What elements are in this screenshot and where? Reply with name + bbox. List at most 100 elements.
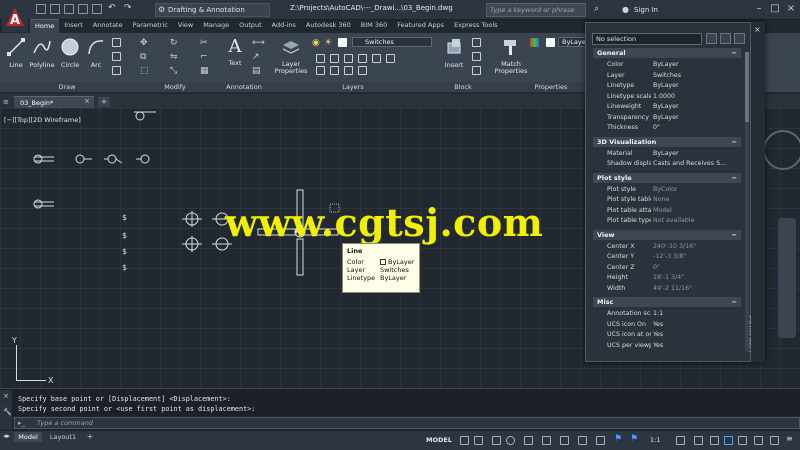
tab-parametric[interactable]: Parametric (128, 19, 173, 33)
property-row[interactable]: Material ByLayer (593, 149, 741, 160)
layer-tool-icon-3[interactable] (344, 54, 353, 63)
properties-section-header[interactable]: Misc − (593, 297, 741, 307)
stretch-icon[interactable]: ⬚ (140, 66, 149, 76)
circle-tool[interactable]: Circle (58, 37, 82, 69)
transparency-icon[interactable] (596, 436, 605, 445)
insert-tool[interactable]: Insert (440, 37, 468, 69)
units-icon[interactable] (710, 436, 719, 445)
property-row[interactable]: Lineweight ByLayer (593, 102, 741, 113)
property-row[interactable]: Linetype ByLayer (593, 81, 741, 92)
dimension-icon[interactable]: ⟷ (252, 38, 265, 48)
quick-select-icon[interactable] (734, 33, 745, 44)
property-row[interactable]: Center Z 0" (593, 263, 741, 274)
bulb-icon[interactable]: ◉ (312, 38, 321, 48)
property-value[interactable]: 1.0000 (651, 92, 741, 103)
text-tool[interactable]: A Text (224, 37, 246, 68)
ortho-icon[interactable] (492, 436, 501, 445)
layers-panel-label[interactable]: Layers (272, 82, 434, 92)
scale-icon[interactable]: ⤡ (170, 66, 179, 76)
collapse-icon[interactable]: − (732, 137, 737, 147)
isodraft-icon[interactable] (524, 436, 533, 445)
annotation-panel-label[interactable]: Annotation (216, 82, 272, 92)
new-file-tab-button[interactable]: + (98, 97, 110, 107)
arc-tool[interactable]: Arc (84, 37, 108, 69)
collapse-icon[interactable]: − (732, 230, 737, 240)
block-panel-label[interactable]: Block (434, 82, 492, 92)
snap-icon[interactable] (474, 436, 483, 445)
layer-tool-icon-2[interactable] (330, 54, 339, 63)
model-space-button[interactable]: MODEL (426, 434, 456, 446)
grid-icon[interactable] (460, 436, 469, 445)
block-attribute-icon[interactable] (472, 66, 481, 75)
match-properties-tool[interactable]: Match Properties (494, 37, 528, 75)
polyline-tool[interactable]: Polyline (28, 37, 56, 69)
layer-tool-icon-7[interactable] (316, 66, 325, 75)
property-row[interactable]: Plot table attac...Model (593, 206, 741, 217)
property-value[interactable]: Yes (651, 320, 741, 331)
property-value[interactable]: ByColor (651, 185, 741, 196)
layer-dropdown[interactable]: Switches (352, 37, 432, 47)
line-tool[interactable]: Line (4, 37, 28, 69)
workspace-switcher[interactable]: Drafting & Annotation (155, 3, 270, 17)
properties-section-header[interactable]: 3D Visualization − (593, 136, 741, 147)
layer-color-swatch-icon[interactable] (338, 38, 347, 47)
command-input[interactable]: Type a command (14, 417, 800, 429)
property-value[interactable]: ByLayer (651, 102, 741, 113)
collapse-icon[interactable]: − (732, 297, 737, 307)
file-tab-03-begin[interactable]: 03_Begin* (14, 96, 94, 108)
close-button[interactable]: × (784, 2, 798, 16)
layout1-tab[interactable]: Layout1 (46, 432, 80, 442)
layer-tool-icon-1[interactable] (316, 54, 325, 63)
selection-dropdown[interactable]: No selection (592, 33, 702, 45)
property-value[interactable]: -12'-3 3/8" (651, 252, 741, 263)
layer-properties-tool[interactable]: Layer Properties (274, 37, 308, 75)
move-icon[interactable]: ✥ (140, 38, 149, 48)
open-file-icon[interactable] (50, 4, 60, 14)
redo-icon[interactable]: ↷ (124, 3, 134, 13)
property-value[interactable]: ByLayer (651, 81, 741, 92)
navigation-bar[interactable] (778, 218, 796, 338)
property-row[interactable]: Center Y -12'-3 3/8" (593, 252, 741, 263)
color-wheel-icon[interactable] (530, 38, 539, 47)
close-icon[interactable]: × (754, 25, 761, 34)
undo-icon[interactable]: ↶ (108, 3, 118, 13)
tab-home[interactable]: Home (30, 19, 60, 33)
polar-icon[interactable] (506, 436, 515, 445)
select-objects-icon[interactable] (720, 33, 731, 44)
workspace-gear-icon[interactable] (676, 436, 685, 445)
maximize-button[interactable]: □ (768, 2, 782, 16)
hatch-icon[interactable] (112, 52, 121, 61)
properties-section-header[interactable]: Plot style − (593, 172, 741, 183)
rotate-icon[interactable]: ↻ (170, 38, 179, 48)
tab-manage[interactable]: Manage (198, 19, 234, 33)
property-value[interactable]: Model (651, 206, 741, 217)
annotation-visibility-icon[interactable]: ⚑ (614, 434, 623, 444)
leader-icon[interactable]: ↗ (252, 52, 261, 62)
layer-tool-icon-9[interactable] (344, 66, 353, 75)
tab-output[interactable]: Output (234, 19, 267, 33)
property-row[interactable]: Plot style table None (593, 195, 741, 206)
save-as-icon[interactable] (78, 4, 88, 14)
property-row[interactable]: UCS icon at ori...Yes (593, 330, 741, 341)
property-value[interactable]: 49'-2 11/16" (651, 284, 741, 295)
rectangle-icon[interactable] (112, 38, 121, 47)
tab-view[interactable]: View (173, 19, 198, 33)
property-row[interactable]: Plot style ByColor (593, 185, 741, 196)
property-value[interactable]: 0" (651, 263, 741, 274)
model-tab[interactable]: Model (14, 432, 42, 442)
property-row[interactable]: Layer Switches (593, 71, 741, 82)
fillet-icon[interactable]: ⌐ (200, 52, 209, 62)
binoculars-icon[interactable]: ⌕ (594, 4, 599, 14)
lineweight-icon[interactable] (578, 436, 587, 445)
close-command-icon[interactable]: × (3, 392, 9, 400)
properties-section-header[interactable]: General − (593, 48, 741, 58)
plot-icon[interactable] (92, 4, 102, 14)
property-value[interactable]: ByLayer (651, 113, 741, 124)
customize-menu-icon[interactable]: ≡ (786, 434, 795, 443)
lock-ui-icon[interactable] (738, 436, 747, 445)
properties-section-header[interactable]: View − (593, 229, 741, 240)
save-icon[interactable] (64, 4, 74, 14)
tab-autodesk-360[interactable]: Autodesk 360 (301, 19, 356, 33)
tab-express-tools[interactable]: Express Tools (449, 19, 502, 33)
layer-tool-icon-10[interactable] (358, 66, 367, 75)
